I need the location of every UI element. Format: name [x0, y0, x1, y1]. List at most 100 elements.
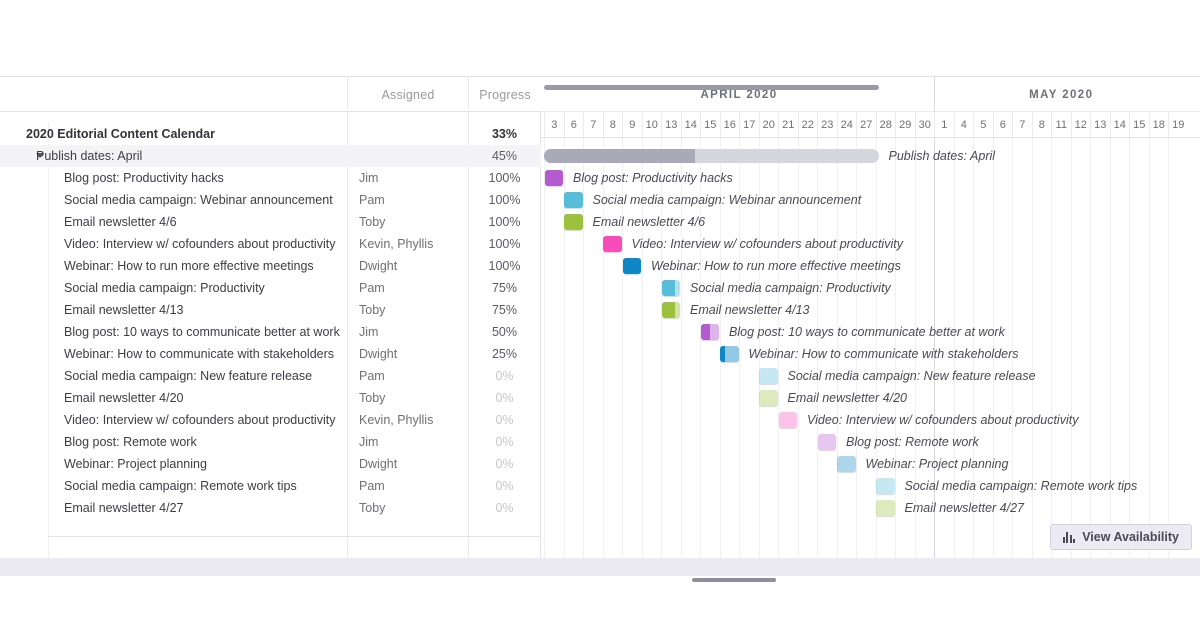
timeline-day-tick: 1 [934, 112, 954, 137]
progress-cell: 0% [495, 501, 514, 515]
gantt-bar[interactable] [876, 478, 895, 494]
table-row[interactable]: Email newsletter 4/27 Toby 0% [0, 497, 541, 519]
table-row[interactable]: Social media campaign: Productivity Pam 75… [0, 277, 541, 299]
timeline-day-tick: 15 [700, 112, 720, 137]
gantt-bar-label: Video: Interview w/ cofounders about pro… [807, 413, 1079, 427]
timeline-day-tick: 12 [1070, 112, 1091, 137]
summary-bar-progress-fill [544, 149, 695, 163]
table-row[interactable]: Email newsletter 4/6 Toby 100% [0, 211, 541, 233]
table-row[interactable]: Blog post: Remote work Jim 0% [0, 431, 541, 453]
assigned-cell: Toby [359, 303, 386, 317]
gantt-chart: Assigned Progress 2020 Editorial Content… [0, 76, 1200, 562]
assigned-cell: Kevin, Phyllis [359, 413, 434, 427]
table-row[interactable]: Social media campaign: Webinar announcem… [0, 189, 541, 211]
top-blank-area [0, 0, 1200, 76]
task-grid-pane: Assigned Progress 2020 Editorial Content… [0, 76, 541, 562]
progress-cell: 0% [495, 391, 514, 405]
task-name-cell: Email newsletter 4/13 [64, 303, 184, 317]
timeline-month-label: APRIL 2020 [700, 88, 778, 101]
timeline-day-tick: 14 [1109, 112, 1130, 137]
assigned-cell: Jim [359, 435, 379, 449]
gantt-bar[interactable] [622, 258, 641, 274]
table-row[interactable]: Video: Interview w/ cofounders about pro… [0, 409, 541, 431]
timeline-pane: APRIL 2020 MAY 2020 3 6 7 8 9 10 13 14 15 16 17 20 21… [541, 76, 1200, 558]
summary-bar-row: Publish dates: April [541, 145, 1200, 167]
summary-bar-label: Publish dates: April [888, 149, 996, 163]
table-row-project[interactable]: 2020 Editorial Content Calendar 33% [0, 123, 541, 145]
table-row[interactable]: Webinar: How to communicate with stakeho… [0, 343, 541, 365]
timeline-day-tick: 7 [1012, 112, 1032, 137]
table-row[interactable]: Email newsletter 4/20 Toby 0% [0, 387, 541, 409]
task-name-cell: Video: Interview w/ cofounders about pro… [64, 237, 336, 251]
bar-chart-icon [1062, 531, 1076, 543]
column-header-name[interactable] [0, 77, 347, 112]
view-availability-button[interactable]: View Availability [1049, 524, 1192, 550]
gantt-bar[interactable] [778, 412, 797, 428]
gantt-bar[interactable] [661, 302, 680, 318]
timeline-day-tick: 13 [1090, 112, 1110, 137]
gantt-bar-row: Webinar: How to communicate with stakeho… [541, 343, 1200, 365]
gantt-bar[interactable] [720, 346, 739, 362]
gantt-bar-label: Social media campaign: Remote work tips [904, 479, 1138, 493]
gantt-bar[interactable] [817, 434, 836, 450]
gantt-bar-row: Email newsletter 4/6 [541, 211, 1200, 233]
timeline-day-tick: 14 [680, 112, 701, 137]
task-name-cell: Social media campaign: New feature relea… [64, 369, 313, 383]
column-header-progress[interactable]: Progress [468, 77, 541, 112]
gantt-bar-row: Video: Interview w/ cofounders about pro… [541, 233, 1200, 255]
table-row[interactable]: Blog post: 10 ways to communicate better… [0, 321, 541, 343]
gantt-bar[interactable] [564, 192, 583, 208]
gantt-bar[interactable] [564, 214, 583, 230]
task-name-cell: Webinar: How to communicate with stakeho… [64, 347, 335, 361]
gantt-bar-row: Webinar: How to run more effective meeti… [541, 255, 1200, 277]
task-name-cell: Publish dates: April [36, 149, 143, 163]
gantt-bar-label: Email newsletter 4/13 [690, 303, 810, 317]
timeline-day-tick: 29 [895, 112, 915, 137]
timeline-day-tick: 20 [758, 112, 779, 137]
timeline-horizontal-scrollbar[interactable] [544, 85, 879, 90]
gantt-bar[interactable] [661, 280, 680, 296]
progress-cell: 100% [488, 193, 521, 207]
gantt-bar[interactable] [603, 236, 622, 252]
timeline-month-header: APRIL 2020 MAY 2020 [541, 76, 1200, 112]
table-row[interactable]: Webinar: Project planning Dwight 0% [0, 453, 541, 475]
column-header-assigned[interactable]: Assigned [347, 77, 468, 112]
gantt-bar-row: Video: Interview w/ cofounders about pro… [541, 409, 1200, 431]
gantt-bar[interactable] [759, 368, 778, 384]
gantt-bar-row: Social media campaign: New feature relea… [541, 365, 1200, 387]
gantt-bar[interactable] [544, 170, 563, 186]
table-row[interactable]: Social media campaign: New feature relea… [0, 365, 541, 387]
table-row[interactable]: Blog post: Productivity hacks Jim 100% [0, 167, 541, 189]
progress-cell: 100% [488, 171, 521, 185]
task-name-cell: Blog post: Productivity hacks [64, 171, 224, 185]
task-name-cell: Blog post: 10 ways to communicate better… [64, 325, 340, 339]
gantt-bar[interactable] [759, 390, 778, 406]
summary-bar[interactable] [544, 149, 879, 163]
table-row[interactable]: Webinar: How to run more effective meeti… [0, 255, 541, 277]
gantt-bar-progress-fill [564, 192, 583, 208]
view-availability-label: View Availability [1082, 530, 1179, 544]
assigned-cell: Jim [359, 171, 379, 185]
progress-cell: 0% [495, 457, 514, 471]
assigned-cell: Dwight [359, 457, 398, 471]
timeline-day-tick: 21 [778, 112, 798, 137]
gantt-bar-progress-fill [700, 324, 710, 340]
gantt-bar-label: Blog post: 10 ways to communicate better… [729, 325, 1005, 339]
gantt-bar[interactable] [876, 500, 895, 516]
assigned-cell: Pam [359, 193, 385, 207]
gantt-bar-row: Email newsletter 4/20 [541, 387, 1200, 409]
assigned-cell: Toby [359, 391, 386, 405]
timeline-day-tick: 11 [1051, 112, 1071, 137]
timeline-day-tick: 19 [1168, 112, 1188, 137]
gantt-bar[interactable] [837, 456, 856, 472]
timeline-day-tick: 16 [719, 112, 740, 137]
gantt-screenshot: Assigned Progress 2020 Editorial Content… [0, 0, 1200, 630]
table-row[interactable]: Social media campaign: Remote work tips P… [0, 475, 541, 497]
gantt-bar[interactable] [700, 324, 719, 340]
assigned-cell: Dwight [359, 347, 398, 361]
table-row[interactable]: Video: Interview w/ cofounders about pro… [0, 233, 541, 255]
table-row-group[interactable]: Publish dates: April 45% [0, 145, 541, 167]
assigned-cell: Dwight [359, 259, 398, 273]
table-row[interactable]: Email newsletter 4/13 Toby 75% [0, 299, 541, 321]
task-name-cell: Email newsletter 4/6 [64, 215, 177, 229]
